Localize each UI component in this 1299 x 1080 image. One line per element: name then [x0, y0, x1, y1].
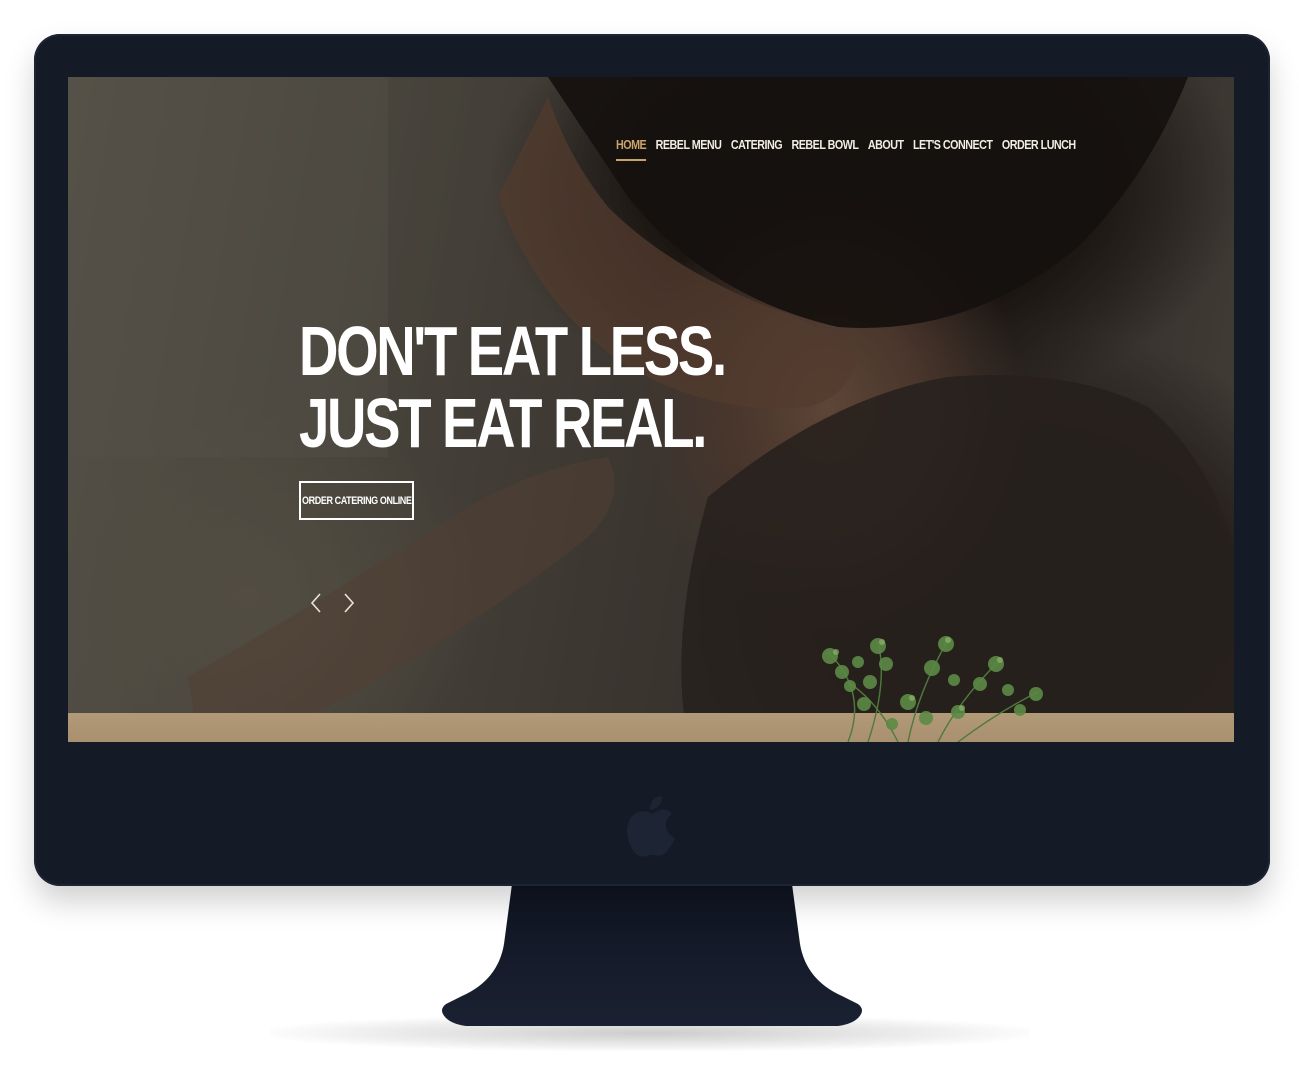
- hero-headline-line-1: DON'T EAT LESS.: [299, 312, 727, 390]
- order-catering-button-label: ORDER CATERING ONLINE: [301, 494, 412, 507]
- monitor-stand: [442, 884, 862, 1026]
- nav-lets-connect[interactable]: LET'S CONNECT: [913, 135, 993, 161]
- order-catering-button[interactable]: ORDER CATERING ONLINE: [299, 481, 414, 520]
- nav-rebel-menu[interactable]: REBEL MENU: [656, 135, 722, 161]
- herbs-garnish-image: [822, 636, 1043, 742]
- apple-logo-icon: [627, 796, 675, 857]
- nav-home[interactable]: HOME: [616, 135, 647, 161]
- hero-headline-line-2: JUST EAT REAL.: [299, 384, 707, 462]
- nav-about[interactable]: ABOUT: [868, 135, 904, 161]
- nav-rebel-bowl[interactable]: REBEL BOWL: [792, 135, 859, 161]
- nav-order-lunch[interactable]: ORDER LUNCH: [1002, 135, 1076, 161]
- hero-headline: DON'T EAT LESS. JUST EAT REAL.: [299, 312, 727, 462]
- screen: HOME REBEL MENU CATERING REBEL BOWL ABOU…: [68, 77, 1234, 742]
- chevron-left-icon[interactable]: [308, 591, 324, 615]
- chevron-right-icon[interactable]: [341, 591, 357, 615]
- main-nav: HOME REBEL MENU CATERING REBEL BOWL ABOU…: [616, 135, 1076, 161]
- nav-catering[interactable]: CATERING: [731, 135, 783, 161]
